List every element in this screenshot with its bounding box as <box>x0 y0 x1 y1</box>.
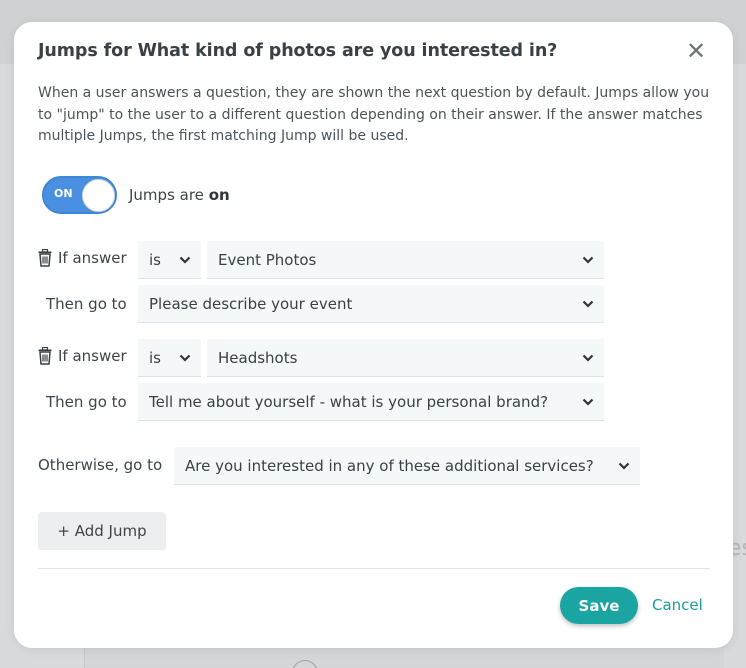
toggle-knob <box>82 179 115 212</box>
add-jump-button[interactable]: + Add Jump <box>38 512 166 550</box>
jumps-toggle[interactable]: ON <box>42 176 117 214</box>
otherwise-target-value: Are you interested in any of these addit… <box>185 456 594 475</box>
if-answer-label: If answer <box>58 347 127 365</box>
if-answer-label: If answer <box>58 249 127 267</box>
toggle-on-text: ON <box>54 187 73 200</box>
chevron-down-icon <box>582 300 594 308</box>
jump-1-answer-select[interactable]: Event Photos <box>207 241 604 279</box>
modal-title: Jumps for What kind of photos are you in… <box>38 41 558 61</box>
trash-icon[interactable] <box>38 347 52 365</box>
modal-description: When a user answers a question, they are… <box>38 85 710 144</box>
target-value: Tell me about yourself - what is your pe… <box>149 392 549 411</box>
jump-1-target-select[interactable]: Please describe your event <box>138 285 604 323</box>
operator-value: is <box>149 348 161 367</box>
cancel-button[interactable]: Cancel <box>652 596 703 614</box>
trash-icon[interactable] <box>38 249 52 267</box>
otherwise-target-select[interactable]: Are you interested in any of these addit… <box>174 447 640 485</box>
jump-1-operator-select[interactable]: is <box>138 241 201 279</box>
chevron-down-icon <box>179 256 191 264</box>
operator-value: is <box>149 250 161 269</box>
jump-1-then-label: Then go to <box>46 295 127 313</box>
answer-value: Event Photos <box>218 250 317 269</box>
footer-divider <box>38 568 710 569</box>
jumps-toggle-row: ON Jumps are on <box>42 175 230 215</box>
jump-2-operator-select[interactable]: is <box>138 339 201 377</box>
close-icon[interactable]: ✕ <box>684 39 708 64</box>
jump-2-answer-select[interactable]: Headshots <box>207 339 604 377</box>
toggle-label-state: on <box>208 186 230 204</box>
chevron-down-icon <box>582 398 594 406</box>
jump-1-if-row: If answer <box>38 249 127 267</box>
chevron-down-icon <box>582 354 594 362</box>
save-button[interactable]: Save <box>560 587 638 624</box>
toggle-label: Jumps are on <box>129 186 230 204</box>
jump-2-then-label: Then go to <box>46 393 127 411</box>
chevron-down-icon <box>179 354 191 362</box>
chevron-down-icon <box>582 256 594 264</box>
chevron-down-icon <box>618 462 630 470</box>
target-value: Please describe your event <box>149 294 353 313</box>
toggle-label-prefix: Jumps are <box>129 186 209 204</box>
jump-2-if-row: If answer <box>38 347 127 365</box>
answer-value: Headshots <box>218 348 298 367</box>
jumps-modal: Jumps for What kind of photos are you in… <box>14 22 733 648</box>
jump-2-target-select[interactable]: Tell me about yourself - what is your pe… <box>138 383 604 421</box>
otherwise-label: Otherwise, go to <box>38 456 163 474</box>
